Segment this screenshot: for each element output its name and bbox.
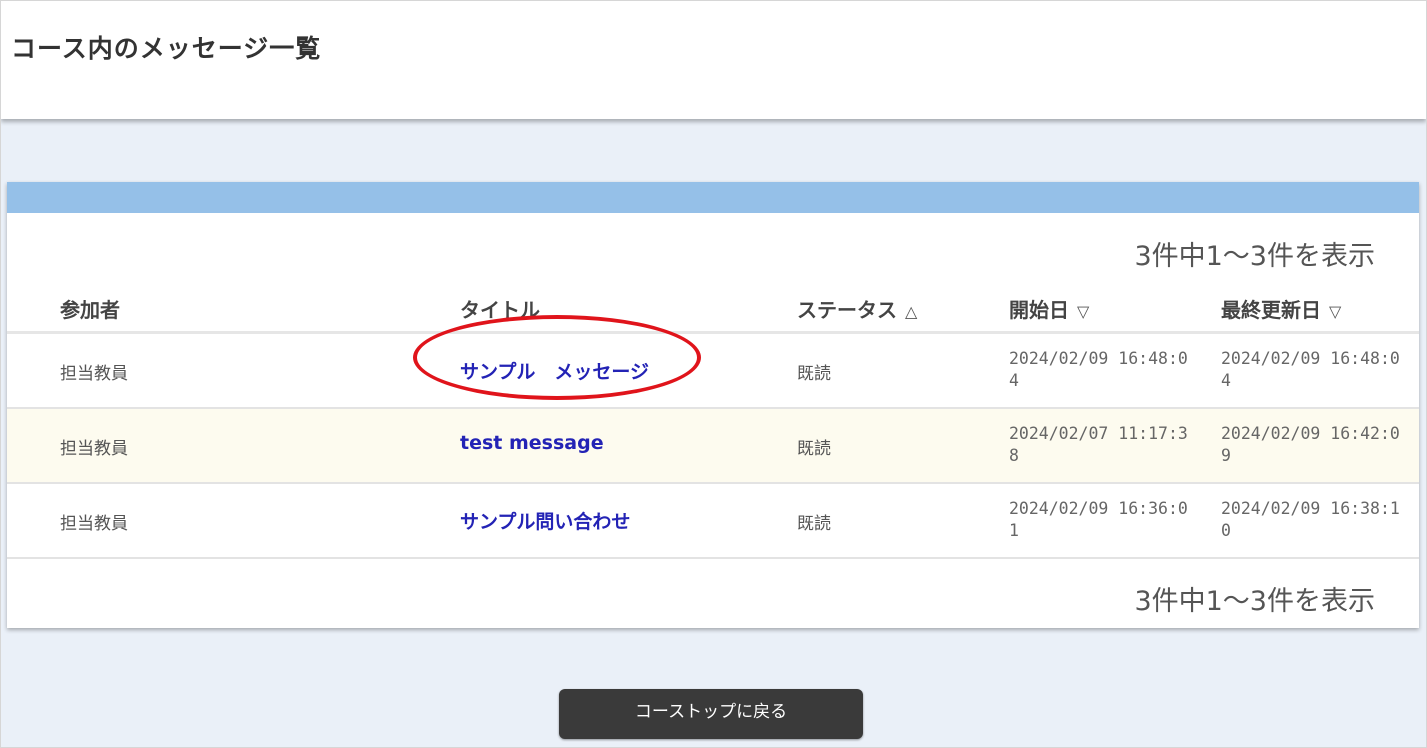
table-row: 担当教員 サンプル問い合わせ 既読 2024/02/09 16:36:01 20… [7,484,1419,559]
status-cell: 既読 [797,364,831,384]
status-cell: 既読 [797,514,831,534]
participant-cell: 担当教員 [60,439,128,459]
status-cell: 既読 [797,439,831,459]
updated-date-cell: 2024/02/09 16:42:09 [1221,424,1400,465]
message-title-link[interactable]: サンプル問い合わせ [460,507,630,534]
start-date-cell: 2024/02/07 11:17:38 [1009,424,1188,465]
message-title-link[interactable]: test message [460,432,604,454]
column-header-title: タイトル [460,294,540,323]
start-date-cell: 2024/02/09 16:36:01 [1009,499,1188,540]
participant-cell: 担当教員 [60,364,128,384]
back-to-course-top-button[interactable]: コーストップに戻る [559,689,863,739]
table-row: 担当教員 サンプル メッセージ 既読 2024/02/09 16:48:04 2… [7,334,1419,409]
page-header: コース内のメッセージ一覧 [1,1,1426,119]
participant-cell: 担当教員 [60,514,128,534]
page-container: コース内のメッセージ一覧 3件中1～3件を表示 参加者 タイトル ステータス △ … [0,0,1427,748]
column-header-status[interactable]: ステータス △ [797,294,917,323]
pagination-count-top: 3件中1～3件を表示 [1134,241,1375,272]
column-header-label: 最終更新日 [1221,298,1321,322]
column-header-label: ステータス [797,298,897,322]
column-header-start-date[interactable]: 開始日 ▽ [1009,294,1089,323]
start-date-cell: 2024/02/09 16:48:04 [1009,349,1188,390]
pagination-count-bottom: 3件中1～3件を表示 [1134,586,1375,617]
updated-date-cell: 2024/02/09 16:48:04 [1221,349,1400,390]
column-header-label: 参加者 [60,298,120,322]
column-header-label: 開始日 [1009,298,1069,322]
panel-header-bar [7,182,1419,213]
message-title-link[interactable]: サンプル メッセージ [460,357,649,384]
sort-ascending-icon[interactable]: △ [905,302,917,321]
page-title: コース内のメッセージ一覧 [11,34,322,63]
column-header-participant: 参加者 [60,294,120,323]
column-header-label: タイトル [460,298,540,322]
column-header-updated-date[interactable]: 最終更新日 ▽ [1221,294,1341,323]
updated-date-cell: 2024/02/09 16:38:10 [1221,499,1400,540]
message-list-panel: 3件中1～3件を表示 参加者 タイトル ステータス △ 開始日 ▽ 最終更新日 ▽ 担… [7,182,1419,628]
table-row: 担当教員 test message 既読 2024/02/07 11:17:38… [7,409,1419,484]
sort-descending-icon[interactable]: ▽ [1077,302,1089,321]
sort-descending-icon[interactable]: ▽ [1329,302,1341,321]
